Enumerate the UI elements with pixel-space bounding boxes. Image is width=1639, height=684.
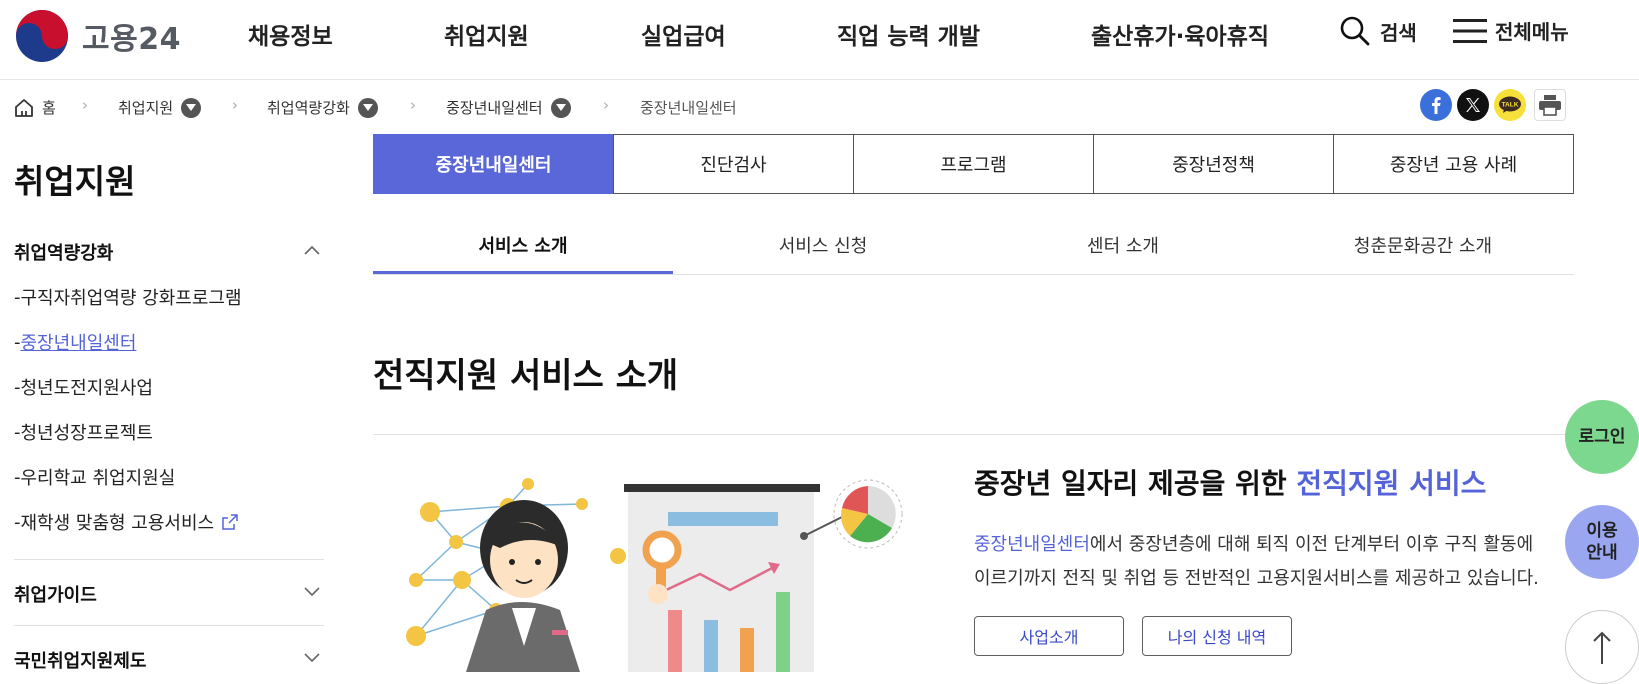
content-divider	[373, 434, 1574, 435]
breadcrumb: 홈 › 취업지원 › 취업역량강화 › 중장년내일센터 › 중장년내일센터	[0, 82, 1639, 130]
chevron-up-icon[interactable]	[304, 245, 320, 255]
tab-cases[interactable]: 중장년 고용 사례	[1333, 134, 1574, 194]
tab-diagnosis[interactable]: 진단검사	[613, 134, 854, 194]
sidebar-item-label: 중장년내일센터	[20, 333, 137, 354]
taegeuk-logo-icon	[16, 10, 68, 62]
sidebar-item-student-service[interactable]: - 재학생 맞춤형 고용서비스	[14, 509, 238, 535]
facebook-share-icon[interactable]	[1420, 89, 1452, 121]
logo[interactable]: 고용24	[14, 8, 181, 64]
sidebar-title: 취업지원	[14, 162, 136, 201]
sidebar-item-label: 구직자취업역량 강화프로그램	[20, 288, 242, 309]
description-accent: 중장년내일센터	[974, 534, 1090, 555]
nav-item-employment-support[interactable]: 취업지원	[444, 17, 529, 51]
home-icon	[15, 98, 33, 117]
section-title: 전직지원 서비스 소개	[373, 356, 679, 396]
sidebar-divider	[14, 559, 324, 560]
kakaotalk-talk-text: TALK	[1502, 102, 1519, 109]
search-button[interactable]: 검색	[1340, 16, 1417, 46]
headline-accent: 전직지원 서비스	[1296, 467, 1487, 500]
sidebar-group-guide[interactable]: 취업가이드	[14, 581, 97, 607]
breadcrumb-label: 취업지원	[118, 99, 174, 117]
breadcrumb-label: 중장년내일센터	[446, 99, 543, 117]
sidebar-item-youth-growth[interactable]: - 청년성장프로젝트	[14, 419, 153, 445]
chevron-down-icon[interactable]	[357, 97, 378, 118]
chevron-right-icon: ›	[82, 96, 88, 114]
nav-item-parental-leave[interactable]: 출산휴가·육아휴직	[1091, 17, 1269, 51]
external-link-icon	[222, 514, 238, 530]
description-line1: 에서 중장년층에 대해 퇴직 이전 단계부터 이후 구직 활동에	[1089, 534, 1534, 555]
sidebar-item-label: 재학생 맞춤형 고용서비스	[20, 513, 215, 534]
nav-item-job-skills[interactable]: 직업 능력 개발	[837, 17, 980, 51]
guide-label-line1: 이용	[1586, 521, 1618, 541]
chevron-right-icon: ›	[232, 96, 238, 114]
service-headline: 중장년 일자리 제공을 위한 전직지원 서비스	[974, 462, 1486, 502]
breadcrumb-item-center[interactable]: 중장년내일센터	[446, 97, 571, 118]
sidebar-item-midcareer-center[interactable]: - 중장년내일센터	[14, 329, 136, 355]
chevron-down-icon[interactable]	[304, 587, 320, 597]
logo-text: 고용24	[82, 22, 181, 57]
tab-service-apply[interactable]: 서비스 신청	[673, 228, 973, 274]
sidebar-item-label: 청년도전지원사업	[20, 378, 153, 399]
sidebar-item-school-support[interactable]: - 우리학교 취업지원실	[14, 464, 175, 490]
tab-policy[interactable]: 중장년정책	[1093, 134, 1334, 194]
tab-center-intro[interactable]: 센터 소개	[973, 228, 1273, 274]
tab-program[interactable]: 프로그램	[853, 134, 1094, 194]
x-share-icon[interactable]	[1457, 89, 1489, 121]
nav-item-unemployment-benefit[interactable]: 실업급여	[641, 17, 726, 51]
breadcrumb-item-employment-support[interactable]: 취업지원	[118, 97, 202, 118]
sidebar-group-national-program[interactable]: 국민취업지원제도	[14, 647, 146, 673]
breadcrumb-label: 중장년내일센터	[640, 99, 737, 117]
arrow-up-icon	[1593, 631, 1611, 664]
sidebar-item-youth-challenge[interactable]: - 청년도전지원사업	[14, 374, 153, 400]
search-label: 검색	[1380, 20, 1417, 45]
service-description: 중장년내일센터에서 중장년층에 대해 퇴직 이전 단계부터 이후 구직 활동에 …	[974, 528, 1574, 596]
sidebar-item-label: 우리학교 취업지원실	[20, 468, 176, 489]
print-icon[interactable]	[1534, 89, 1566, 121]
sidebar-item-label: 청년성장프로젝트	[20, 423, 153, 444]
sidebar-divider	[14, 625, 324, 626]
login-floating-button[interactable]: 로그인	[1565, 400, 1639, 474]
breadcrumb-item-competency[interactable]: 취업역량강화	[267, 97, 378, 118]
all-menu-label: 전체메뉴	[1495, 20, 1569, 44]
chevron-down-icon[interactable]	[181, 97, 202, 118]
chevron-right-icon: ›	[603, 96, 609, 114]
my-applications-button[interactable]: 나의 신청 내역	[1142, 616, 1292, 656]
description-line2: 이르기까지 전직 및 취업 등 전반적인 고용지원서비스를 제공하고 있습니다.	[974, 568, 1539, 589]
kakaotalk-share-icon[interactable]: TALK	[1494, 89, 1526, 121]
all-menu-button[interactable]: 전체메뉴	[1453, 16, 1569, 45]
breadcrumb-home[interactable]: 홈	[14, 97, 56, 118]
nav-item-jobs[interactable]: 채용정보	[248, 17, 333, 51]
guide-floating-button[interactable]: 이용 안내	[1565, 505, 1639, 579]
business-intro-button[interactable]: 사업소개	[974, 616, 1124, 656]
tab-culture-space[interactable]: 청춘문화공간 소개	[1273, 228, 1573, 274]
breadcrumb-label: 취업역량강화	[267, 99, 350, 117]
breadcrumb-current: 중장년내일센터	[640, 97, 737, 118]
chevron-down-icon[interactable]	[550, 97, 571, 118]
consultant-illustration	[406, 478, 903, 672]
headline-prefix: 중장년 일자리 제공을 위한	[974, 467, 1297, 500]
sidebar-item-jobseeker-program[interactable]: - 구직자취업역량 강화프로그램	[14, 284, 242, 310]
guide-label-line2: 안내	[1586, 543, 1618, 563]
tab-service-intro[interactable]: 서비스 소개	[373, 228, 673, 274]
tab-midcareer-center[interactable]: 중장년내일센터	[373, 134, 614, 194]
breadcrumb-home-label: 홈	[42, 99, 56, 117]
hamburger-icon	[1453, 18, 1487, 43]
tabs-underline	[373, 274, 1574, 275]
scroll-top-button[interactable]	[1565, 610, 1639, 684]
search-icon	[1340, 16, 1370, 46]
chevron-down-icon[interactable]	[304, 653, 320, 663]
global-header: 고용24 채용정보 취업지원 실업급여 직업 능력 개발 출산휴가·육아휴직 검…	[0, 0, 1639, 80]
sidebar-group-competency[interactable]: 취업역량강화	[14, 239, 113, 265]
chevron-right-icon: ›	[410, 96, 416, 114]
